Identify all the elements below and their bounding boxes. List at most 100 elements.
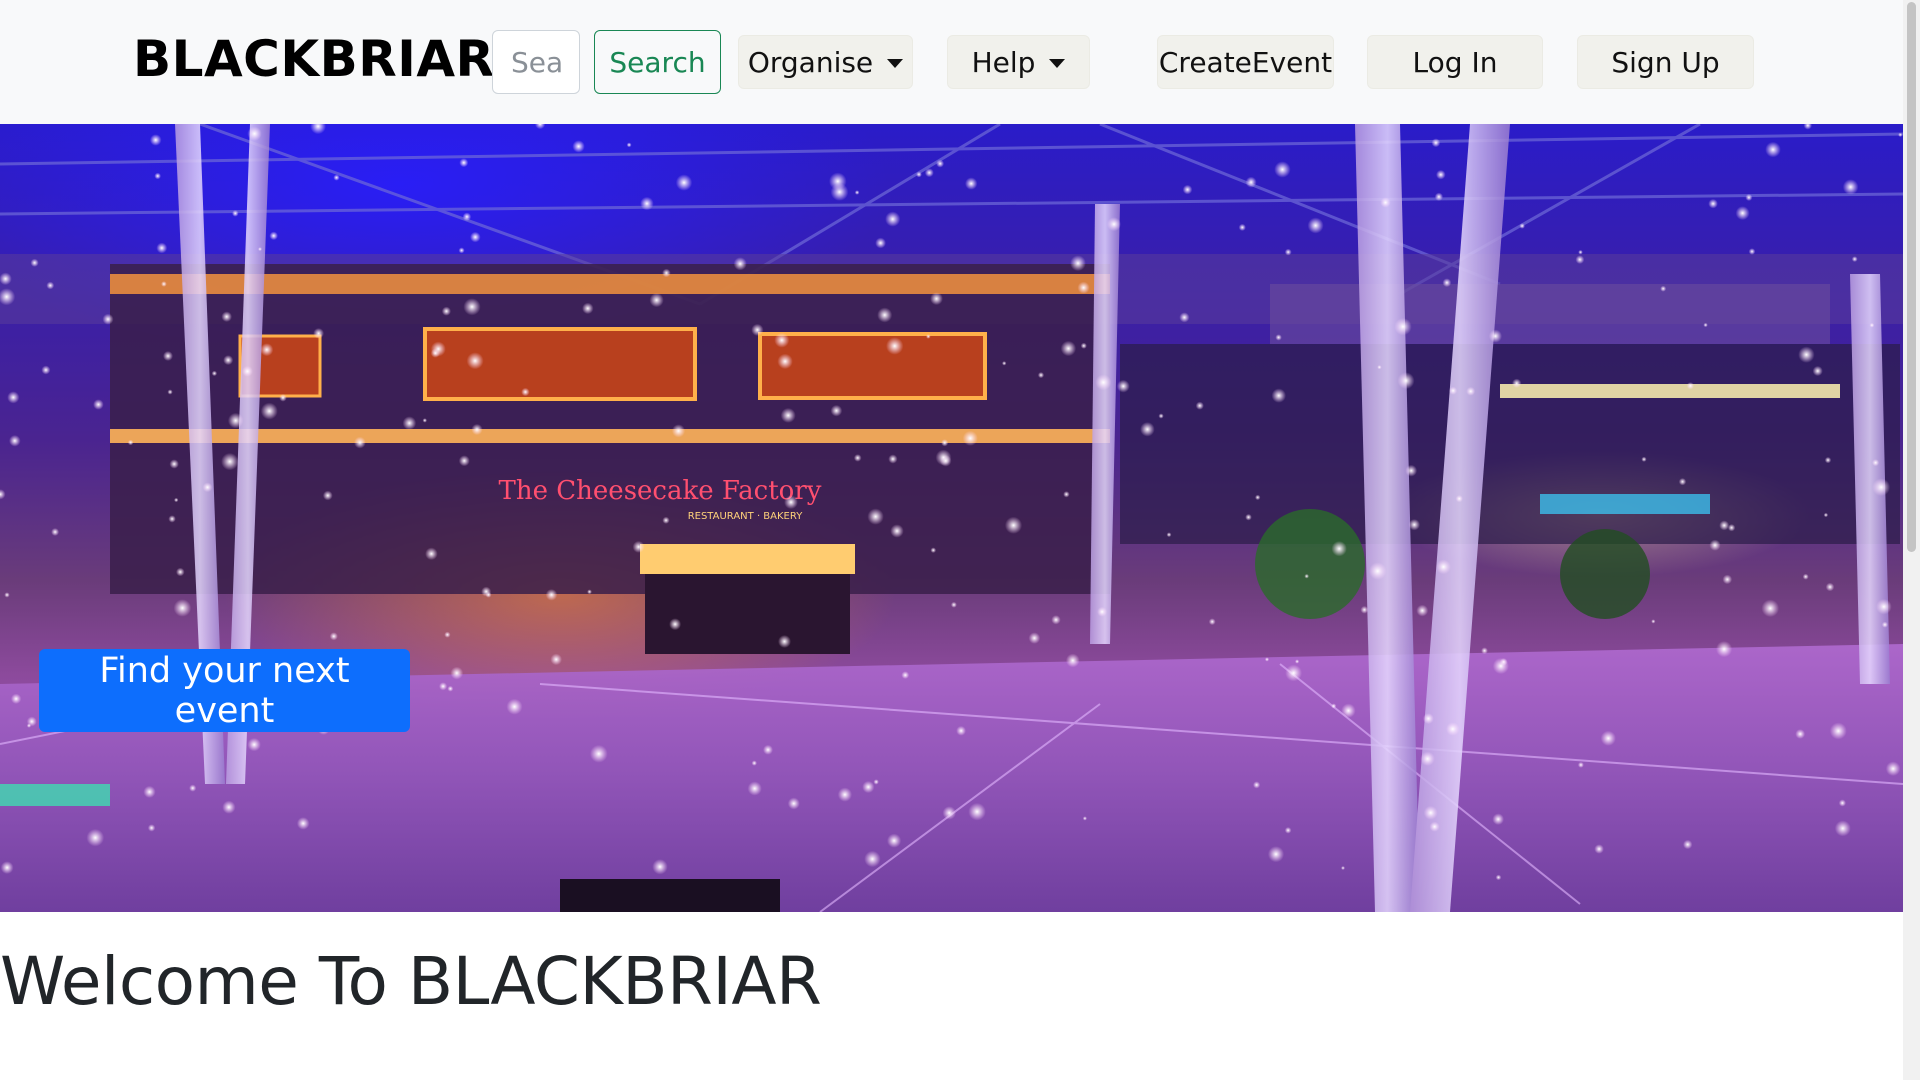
light-dot [1408,519,1421,531]
light-dot [485,591,492,598]
light-dot [1594,844,1604,854]
light-dot [189,784,197,792]
light-dot [1823,512,1829,518]
banner-text-bakery: RESTAURANT · BAKERY [688,511,804,522]
light-dot [471,423,483,436]
light-dot [877,307,893,323]
caret-down-icon [887,58,904,68]
light-dot [1519,223,1525,229]
light-dot [936,159,945,168]
create-event-button[interactable]: CreateEvent [1157,35,1334,89]
light-dot [296,817,310,830]
light-dot [1065,653,1080,668]
vertical-scrollbar[interactable] [1903,0,1920,1080]
light-dot [147,824,156,832]
light-dot [589,744,608,763]
light-dot [1765,141,1781,158]
help-dropdown[interactable]: Help [947,35,1090,89]
organise-label: Organise [747,45,874,79]
light-dot [7,391,20,404]
light-dot [402,416,417,430]
create-event-label: CreateEvent [1158,45,1333,79]
light-dot [1745,194,1753,201]
signup-button[interactable]: Sign Up [1577,35,1754,89]
light-dot [1179,312,1190,323]
light-dot [169,459,179,469]
light-dot [1063,491,1070,498]
hero-image: The Cheesecake Factory RESTAURANT · BAKE… [0,124,1903,912]
login-button[interactable]: Log In [1367,35,1543,89]
light-dot [873,779,879,785]
light-dot [890,524,904,538]
light-dot [93,399,104,410]
light-dot [862,780,875,794]
light-dot [1492,813,1504,825]
light-dot [778,635,791,648]
light-dot [640,196,654,211]
light-dot [1495,874,1502,881]
light-dot [143,785,156,799]
light-dot [1881,621,1888,628]
light-dot [774,332,790,348]
light-dot [1060,340,1077,357]
search-input[interactable] [492,30,580,94]
light-dot [1331,703,1337,709]
brand-logo[interactable]: BLACKBRIAR [133,26,495,92]
light-dot [430,348,441,358]
light-dot [470,231,481,243]
light-dot [9,435,21,447]
light-dot [545,589,558,601]
light-dot [1727,524,1736,532]
light-dot [916,171,922,178]
light-dot [837,787,853,802]
light-dot [751,323,764,336]
light-dot [1651,619,1656,624]
light-dot [572,140,585,153]
light-dot [887,833,902,848]
light-dot [1748,248,1756,255]
light-dot [777,353,793,370]
light-dot [462,212,472,222]
organise-dropdown[interactable]: Organise [738,35,913,89]
light-dot [1158,413,1164,419]
light-dot [1028,632,1041,644]
light-dot [1080,342,1087,349]
page-title: Welcome To BLACKBRIAR [0,943,822,1020]
light-dot [675,174,693,191]
light-dot [924,168,934,178]
light-dot [534,124,546,130]
light-dot [127,439,134,446]
light-dot [632,540,645,553]
light-dot [1641,456,1647,462]
light-dot [202,482,213,493]
light-dot [1285,664,1302,682]
light-dot [247,737,261,752]
light-dot [1869,322,1875,328]
light-dot [1284,248,1292,256]
light-dot [1885,761,1901,776]
search-button[interactable]: Search [594,30,721,94]
light-dot [1195,401,1204,410]
light-dot [102,313,114,325]
light-dot [1824,456,1832,464]
light-dot [260,402,278,420]
light-dot [10,693,22,704]
scrollbar-thumb[interactable] [1907,2,1916,552]
light-dot [1082,816,1087,821]
light-dot [1255,494,1261,501]
light-dot [1449,386,1458,395]
light-dot [886,337,904,355]
light-dot [1577,761,1584,768]
light-dot [1761,599,1780,618]
light-dot [649,293,664,308]
light-dot [26,723,32,728]
find-event-button[interactable]: Find your next event [39,649,410,732]
top-navbar: BLACKBRIAR Search Organise Help CreateEv… [0,0,1903,124]
light-dot [875,237,886,249]
light-dot [1264,657,1270,662]
light-dot [867,508,884,525]
light-dot [1368,562,1387,580]
light-dot [780,407,796,423]
caret-down-icon [1049,58,1066,68]
light-dot [174,497,179,503]
